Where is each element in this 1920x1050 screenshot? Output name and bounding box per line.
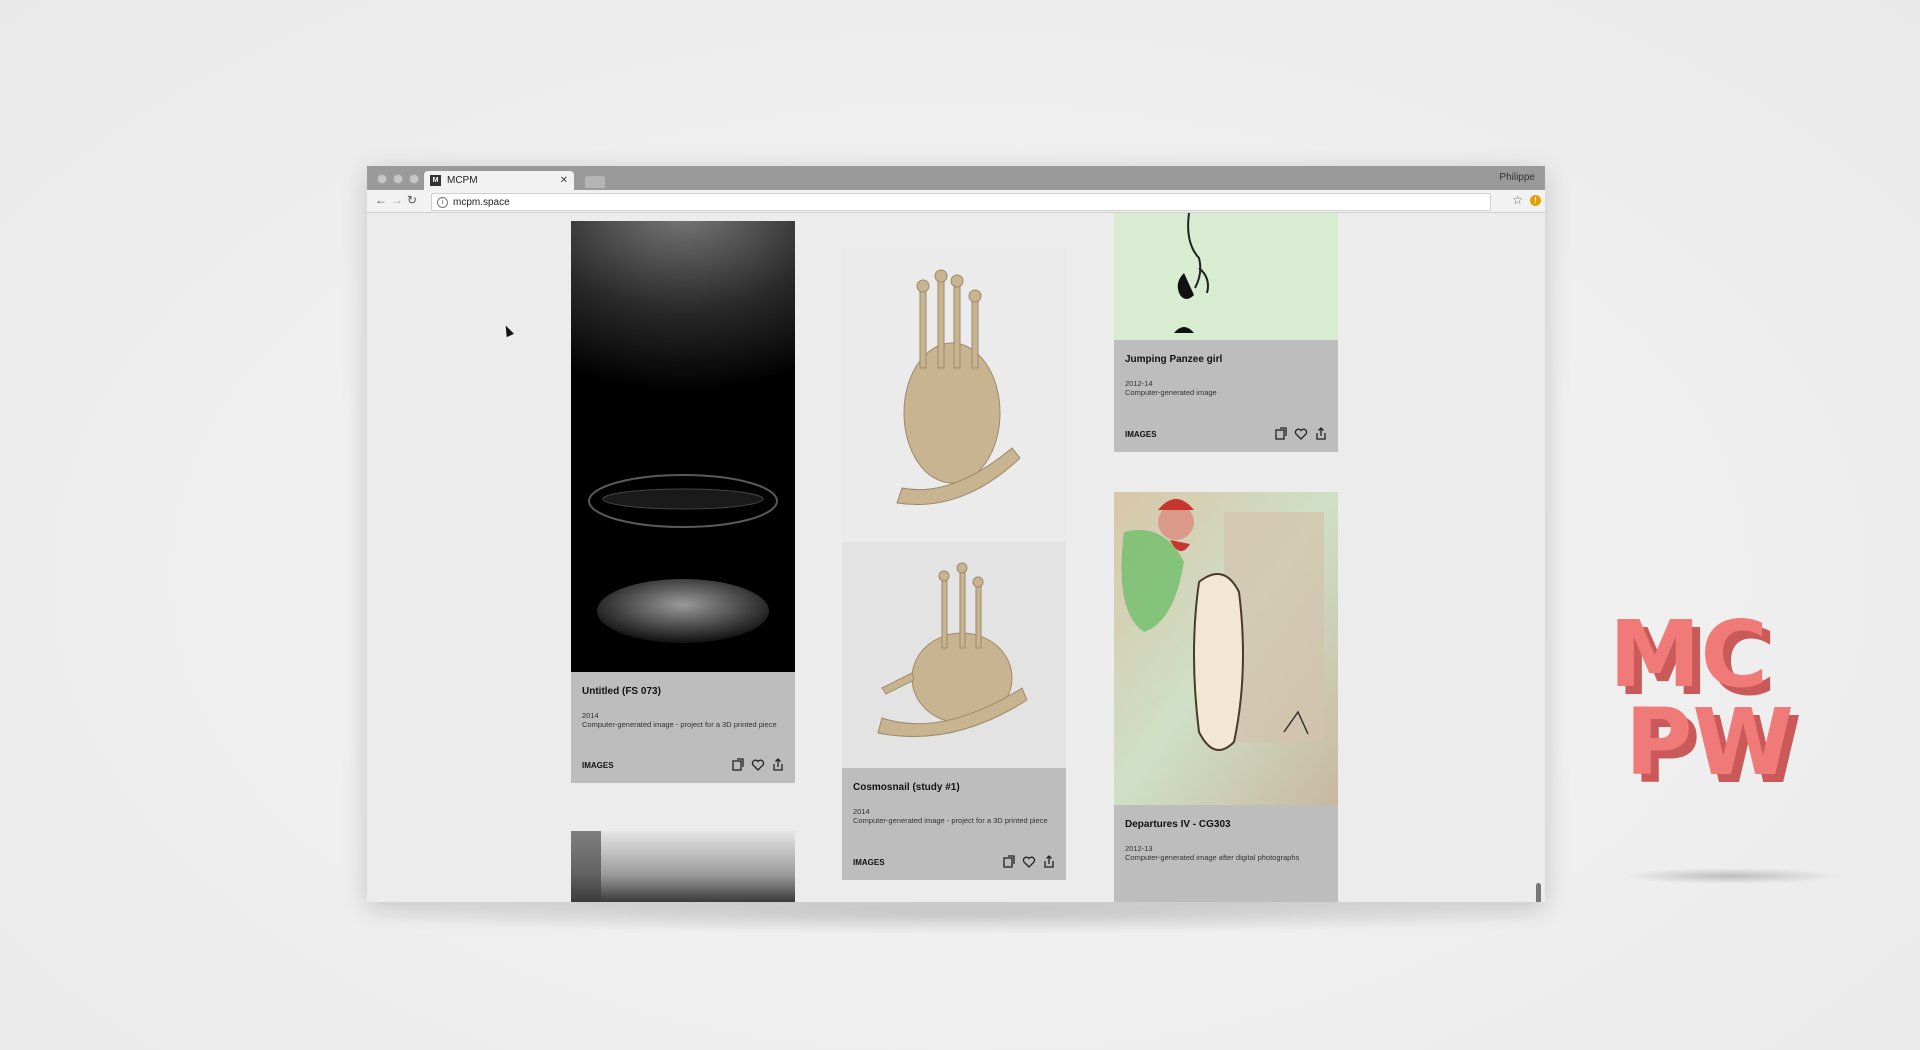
- reload-icon[interactable]: ↻: [407, 193, 417, 207]
- card-year: 2014: [582, 711, 599, 720]
- artwork-card[interactable]: Departures IV - CG303 2012-13 Computer-g…: [1114, 492, 1338, 902]
- repost-icon[interactable]: [1002, 855, 1016, 869]
- page-viewport: Untitled (FS 073) 2014 Computer-generate…: [367, 213, 1545, 902]
- close-tab-icon[interactable]: ✕: [560, 175, 568, 186]
- card-year: 2012-13: [1125, 844, 1153, 853]
- forward-icon[interactable]: →: [391, 193, 403, 207]
- card-meta: 2012-14 Computer-generated image: [1114, 365, 1338, 397]
- card-year: 2014: [853, 807, 870, 816]
- card-description: Computer-generated image after digital p…: [1125, 853, 1300, 862]
- artwork-image[interactable]: [571, 221, 795, 672]
- logo-shadow: [1620, 868, 1840, 884]
- mcpw-3d-logo: MC MC PW PW: [1609, 601, 1802, 794]
- card-meta: 2014 Computer-generated image - project …: [842, 793, 1066, 825]
- repost-icon[interactable]: [1274, 427, 1288, 441]
- tab-strip: M MCPM ✕ Philippe: [367, 166, 1545, 190]
- heart-icon[interactable]: [1294, 427, 1308, 441]
- artwork-card[interactable]: Untitled (FS 073) 2014 Computer-generate…: [571, 221, 795, 783]
- ink-figure-image: [1114, 213, 1338, 340]
- back-icon[interactable]: ←: [375, 193, 387, 207]
- zoom-window-button[interactable]: [409, 174, 419, 184]
- minimize-window-button[interactable]: [393, 174, 403, 184]
- extension-alert-icon[interactable]: !: [1530, 195, 1541, 206]
- card-footer: IMAGES: [853, 854, 1056, 870]
- share-icon[interactable]: [1314, 427, 1328, 441]
- logo-line2: PW: [1625, 689, 1794, 794]
- share-icon[interactable]: [771, 758, 785, 772]
- card-footer: IMAGES: [582, 757, 785, 773]
- address-bar[interactable]: i mcpm.space: [431, 193, 1491, 211]
- new-tab-button[interactable]: [585, 176, 605, 188]
- url-text: mcpm.space: [453, 196, 510, 208]
- card-meta: 2012-13 Computer-generated image after d…: [1114, 830, 1338, 862]
- card-footer: IMAGES: [1125, 426, 1328, 442]
- close-window-button[interactable]: [377, 174, 387, 184]
- mouse-cursor: [502, 323, 514, 338]
- foggy-landscape-image: [571, 831, 795, 902]
- category-link[interactable]: IMAGES: [853, 858, 1002, 867]
- artwork-image[interactable]: [1114, 213, 1338, 340]
- repost-icon[interactable]: [731, 758, 745, 772]
- card-description: Computer-generated image - project for a…: [853, 816, 1048, 825]
- browser-window: M MCPM ✕ Philippe ← → ↻ i mcpm.space ☆ !: [367, 166, 1545, 902]
- info-icon[interactable]: i: [437, 196, 448, 208]
- category-link[interactable]: IMAGES: [582, 761, 731, 770]
- share-icon[interactable]: [1042, 855, 1056, 869]
- window-controls: [377, 174, 419, 184]
- snail-sculpture-image: [842, 248, 1066, 768]
- browser-toolbar: ← → ↻ i mcpm.space ☆ !: [367, 190, 1545, 213]
- card-description: Computer-generated image - project for a…: [582, 720, 777, 729]
- card-description: Computer-generated image: [1125, 388, 1217, 397]
- artwork-image[interactable]: [1114, 492, 1338, 805]
- collage-image: [1114, 492, 1338, 805]
- tab-title: MCPM: [447, 175, 478, 186]
- dark-sculpture-image: [571, 221, 795, 672]
- heart-icon[interactable]: [751, 758, 765, 772]
- heart-icon[interactable]: [1022, 855, 1036, 869]
- card-title[interactable]: Jumping Panzee girl: [1114, 340, 1338, 365]
- artwork-card[interactable]: Cosmosnail (study #1) 2014 Computer-gene…: [842, 248, 1066, 880]
- card-year: 2012-14: [1125, 379, 1153, 388]
- tab-mcpm[interactable]: M MCPM ✕: [424, 171, 574, 190]
- card-title[interactable]: Departures IV - CG303: [1114, 805, 1338, 830]
- artwork-image[interactable]: [842, 248, 1066, 768]
- card-title[interactable]: Cosmosnail (study #1): [842, 768, 1066, 793]
- card-meta: 2014 Computer-generated image - project …: [571, 697, 795, 729]
- profile-name[interactable]: Philippe: [1499, 172, 1535, 183]
- artwork-card[interactable]: [571, 831, 795, 902]
- category-link[interactable]: IMAGES: [1125, 430, 1274, 439]
- favicon-icon: M: [430, 175, 441, 186]
- bookmark-star-icon[interactable]: ☆: [1512, 193, 1523, 207]
- page-scrollbar[interactable]: [1536, 883, 1541, 902]
- artwork-card[interactable]: Jumping Panzee girl 2012-14 Computer-gen…: [1114, 213, 1338, 452]
- card-title[interactable]: Untitled (FS 073): [571, 672, 795, 697]
